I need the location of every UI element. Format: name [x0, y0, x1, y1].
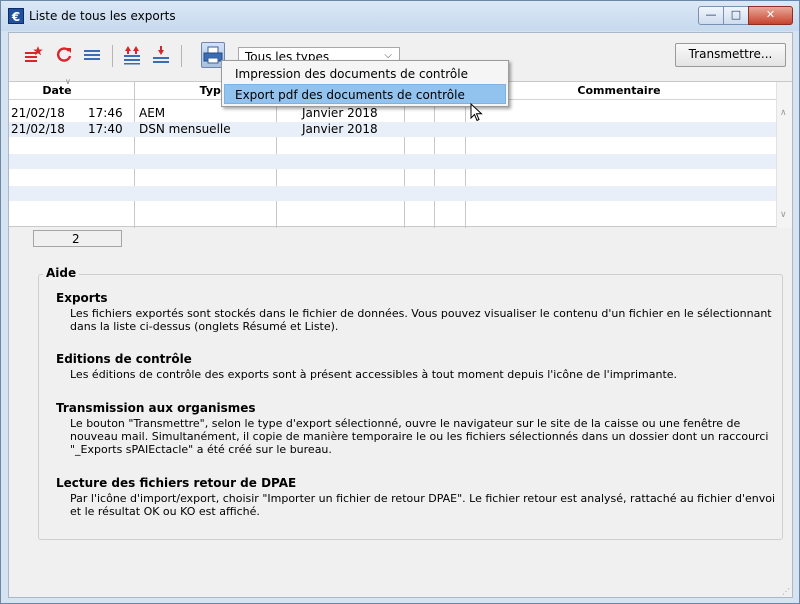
cell-time: 17:40: [88, 122, 123, 136]
scroll-up-icon[interactable]: ∧: [780, 108, 787, 118]
minimize-button[interactable]: —: [698, 6, 724, 25]
help-text: Les fichiers exportés sont stockés dans …: [70, 307, 772, 333]
mouse-cursor-icon: [470, 103, 483, 122]
table-scrollbar[interactable]: ∧ ∨: [776, 82, 792, 228]
resize-grip-icon[interactable]: ⋰: [782, 587, 790, 596]
help-heading: Editions de contrôle: [56, 352, 192, 366]
menu-item-export-pdf-control-documents[interactable]: Export pdf des documents de contrôle: [224, 84, 506, 104]
maximize-button[interactable]: □: [723, 6, 749, 25]
new-star-icon[interactable]: [22, 44, 44, 66]
transmit-button[interactable]: Transmettre...: [675, 43, 786, 67]
table-row[interactable]: 21/02/18 17:40 DSN mensuelle Janvier 201…: [9, 122, 776, 137]
help-section-transmission: Transmission aux organismes Le bouton "T…: [56, 401, 776, 456]
minimize-icon: —: [705, 8, 717, 21]
table-row-empty: [9, 154, 776, 169]
toolbar-separator: [181, 45, 182, 67]
cell-type: AEM: [139, 106, 166, 120]
sort-up-icon[interactable]: [121, 44, 143, 66]
cell-period: Janvier 2018: [302, 122, 378, 136]
table-row-empty: [9, 138, 776, 153]
help-heading: Exports: [56, 291, 108, 305]
menu-item-print-control-documents[interactable]: Impression des documents de contrôle: [222, 64, 508, 84]
help-group: Aide Exports Les fichiers exportés sont …: [38, 266, 783, 540]
cell-type: DSN mensuelle: [139, 122, 231, 136]
column-header-date[interactable]: Date: [29, 84, 85, 97]
help-section-exports: Exports Les fichiers exportés sont stock…: [56, 291, 776, 333]
table-row-empty: [9, 186, 776, 201]
title-bar[interactable]: € Liste de tous les exports — □ ✕: [1, 1, 799, 31]
cell-date: 21/02/18: [11, 122, 65, 136]
cell-period: Janvier 2018: [302, 106, 378, 120]
help-heading: Transmission aux organismes: [56, 401, 256, 415]
table-row-empty: [9, 202, 776, 217]
column-header-comment[interactable]: Commentaire: [549, 84, 689, 97]
window-controls: — □ ✕: [698, 6, 793, 26]
client-area: Tous les types ⌵ Transmettre... Date ∨ T…: [8, 32, 793, 598]
close-button[interactable]: ✕: [748, 6, 793, 25]
help-section-dpae: Lecture des fichiers retour de DPAE Par …: [56, 476, 776, 518]
sort-indicator-icon: ∨: [65, 77, 71, 86]
cell-time: 17:46: [88, 106, 123, 120]
maximize-icon: □: [730, 8, 742, 21]
sort-down-icon[interactable]: [150, 44, 172, 66]
refresh-icon[interactable]: [53, 44, 75, 66]
print-dropdown-menu: Impression des documents de contrôle Exp…: [221, 60, 509, 107]
window: € Liste de tous les exports — □ ✕ Tous l…: [0, 0, 800, 604]
window-title: Liste de tous les exports: [29, 9, 176, 23]
help-section-editions: Editions de contrôle Les éditions de con…: [56, 352, 776, 381]
table-row-empty: [9, 170, 776, 185]
help-text: Par l'icône d'import/export, choisir "Im…: [70, 492, 776, 518]
cell-date: 21/02/18: [11, 106, 65, 120]
help-heading: Lecture des fichiers retour de DPAE: [56, 476, 297, 490]
app-icon: €: [8, 8, 24, 24]
toolbar-separator: [112, 45, 113, 67]
help-title: Aide: [43, 266, 80, 280]
table-row[interactable]: 21/02/18 17:46 AEM Janvier 2018: [9, 106, 776, 121]
scroll-down-icon[interactable]: ∨: [780, 210, 787, 220]
list-icon[interactable]: [81, 44, 103, 66]
close-icon: ✕: [765, 8, 776, 21]
help-text: Les éditions de contrôle des exports son…: [70, 368, 678, 381]
help-text: Le bouton "Transmettre", selon le type d…: [70, 417, 769, 456]
row-count: 2: [33, 230, 122, 247]
